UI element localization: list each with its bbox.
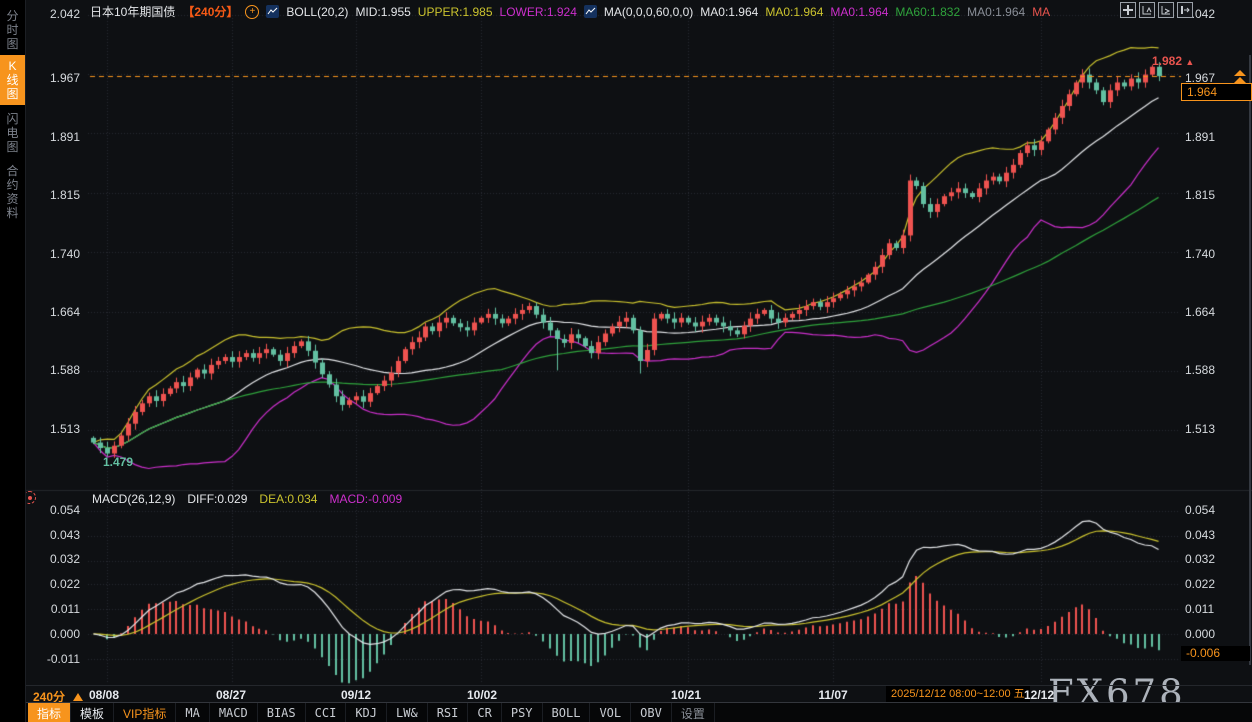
toolbar-cci-button[interactable]: CCI — [306, 703, 347, 722]
x-tick-label: 08/08 — [82, 688, 126, 702]
chart-header: 日本10年期国债 【240分】 + BOLL(20,2) MID:1.955 U… — [90, 3, 1050, 20]
toolbar-obv-button[interactable]: OBV — [631, 703, 672, 722]
macd-params-label: MACD(26,12,9) — [92, 492, 175, 506]
macd-y-label-left: 0.032 — [30, 553, 80, 566]
x-tick-label: 11/07 — [811, 688, 855, 702]
toolbar-settings-button[interactable]: 设置 — [672, 703, 715, 722]
chart-tool-icons — [1120, 2, 1193, 18]
sidebar-tab-time-chart[interactable]: 分时图 — [0, 5, 25, 55]
period-label: 【240分】 — [182, 3, 238, 20]
ma-indicator-icon[interactable] — [584, 5, 597, 18]
y-axis-label-right: 1.513 — [1185, 423, 1215, 436]
macd-value: MACD:-0.009 — [329, 492, 402, 506]
macd-y-label-left: -0.011 — [30, 653, 80, 666]
macd-y-label-right: 0.011 — [1185, 603, 1214, 616]
y-axis-label-right: 1.664 — [1185, 306, 1215, 319]
toolbar-bias-button[interactable]: BIAS — [258, 703, 306, 722]
macd-y-label-left: 0.054 — [30, 504, 80, 517]
y-axis-label-right: 1.815 — [1185, 189, 1215, 202]
toolbar-kdj-button[interactable]: KDJ — [346, 703, 387, 722]
scale-x-axis-icon[interactable] — [1158, 2, 1174, 18]
boll-lower-value: LOWER:1.924 — [500, 5, 577, 19]
macd-y-label-right: 0.000 — [1185, 628, 1215, 641]
macd-y-label-left: 0.043 — [30, 529, 80, 542]
boll-label: BOLL(20,2) — [286, 5, 348, 19]
y-axis-label-right: 1.588 — [1185, 364, 1215, 377]
toolbar-lw-button[interactable]: LW& — [387, 703, 428, 722]
macd-y-label-left: 0.011 — [30, 603, 80, 616]
x-tick-label: 08/27 — [209, 688, 253, 702]
pan-right-icon[interactable] — [1177, 2, 1193, 18]
boll-indicator-icon[interactable] — [266, 5, 279, 18]
y-axis-label-left: 1.891 — [30, 131, 80, 144]
ma-value-2: MA0:1.964 — [765, 5, 823, 19]
y-axis-label-left: 1.815 — [30, 189, 80, 202]
toolbar-ma-button[interactable]: MA — [176, 703, 209, 722]
bottom-toolbar: 指标 模板 VIP指标 MA MACD BIAS CCI KDJ LW& RSI… — [25, 702, 1252, 722]
macd-diff-value: DIFF:0.029 — [187, 492, 247, 506]
toolbar-vol-button[interactable]: VOL — [590, 703, 631, 722]
current-price-box: 1.964 — [1181, 83, 1252, 101]
toolbar-vip-indicators-button[interactable]: VIP指标 — [114, 703, 176, 722]
macd-y-label-right: 0.032 — [1185, 553, 1215, 566]
macd-y-label-left: 0.000 — [30, 628, 80, 641]
x-axis-row: 240分 08/08 08/27 09/12 10/02 10/21 11/07… — [25, 685, 1252, 703]
toolbar-indicators-button[interactable]: 指标 — [28, 703, 71, 722]
y-axis-label-right: 1.740 — [1185, 248, 1215, 261]
x-tick-label-last: 12/12 — [1024, 688, 1054, 702]
sidebar-tab-contract-info[interactable]: 合约资料 — [0, 160, 25, 224]
toolbar-macd-button[interactable]: MACD — [210, 703, 258, 722]
macd-dea-value: DEA:0.034 — [259, 492, 317, 506]
period-low-marker: 1.479 — [103, 455, 133, 469]
pan-move-icon[interactable] — [1120, 2, 1136, 18]
y-axis-label-left: 1.740 — [30, 248, 80, 261]
y-axis-label-left: 1.967 — [30, 72, 80, 85]
y-axis-label-left: 1.513 — [30, 423, 80, 436]
y-axis-label-right: 1.891 — [1185, 131, 1215, 144]
toolbar-cr-button[interactable]: CR — [468, 703, 501, 722]
left-sidebar: 分时图 K线图 闪电图 合约资料 — [0, 0, 26, 722]
boll-mid-value: MID:1.955 — [355, 5, 410, 19]
ma-value-3: MA0:1.964 — [830, 5, 888, 19]
ma-value-4: MA60:1.832 — [895, 5, 960, 19]
sidebar-tab-lightning-chart[interactable]: 闪电图 — [0, 108, 25, 158]
ma-value-6: MA — [1032, 5, 1050, 19]
x-tick-label: 10/21 — [664, 688, 708, 702]
macd-header: MACD(26,12,9) DIFF:0.029 DEA:0.034 MACD:… — [92, 492, 402, 506]
ma-value-5: MA0:1.964 — [967, 5, 1025, 19]
scale-y-axis-icon[interactable] — [1139, 2, 1155, 18]
ma-params-label: MA(0,0,0,60,0,0) — [604, 5, 693, 19]
trading-app-window: 分时图 K线图 闪电图 合约资料 日本10年期国债 【240分】 + BOLL(… — [0, 0, 1252, 722]
candle-time-tooltip: 2025/12/12 08:00~12:00 五 — [886, 686, 1030, 703]
jump-to-latest-icon[interactable] — [1234, 70, 1246, 84]
toolbar-templates-button[interactable]: 模板 — [71, 703, 114, 722]
macd-current-value-box: -0.006 — [1181, 646, 1250, 661]
ma-value-1: MA0:1.964 — [700, 5, 758, 19]
macd-y-label-left: 0.022 — [30, 578, 80, 591]
x-tick-label: 10/02 — [460, 688, 504, 702]
y-axis-label-left: 1.664 — [30, 306, 80, 319]
session-high-marker: 1.982 ▲ — [1152, 54, 1194, 68]
x-tick-label: 09/12 — [334, 688, 378, 702]
macd-y-label-right: 0.043 — [1185, 529, 1215, 542]
sidebar-tab-kline-chart[interactable]: K线图 — [0, 55, 25, 105]
toolbar-rsi-button[interactable]: RSI — [428, 703, 469, 722]
y-axis-label-left: 1.588 — [30, 364, 80, 377]
toolbar-boll-button[interactable]: BOLL — [543, 703, 591, 722]
y-axis-label-left: 2.042 — [30, 8, 80, 21]
toolbar-psy-button[interactable]: PSY — [502, 703, 543, 722]
add-indicator-icon[interactable]: + — [245, 5, 259, 19]
boll-upper-value: UPPER:1.985 — [418, 5, 493, 19]
chart-canvas[interactable] — [0, 0, 1252, 722]
instrument-title: 日本10年期国债 — [90, 3, 175, 20]
macd-y-label-right: 0.054 — [1185, 504, 1215, 517]
right-scrollbar[interactable] — [1249, 55, 1251, 665]
macd-y-label-right: 0.022 — [1185, 578, 1215, 591]
